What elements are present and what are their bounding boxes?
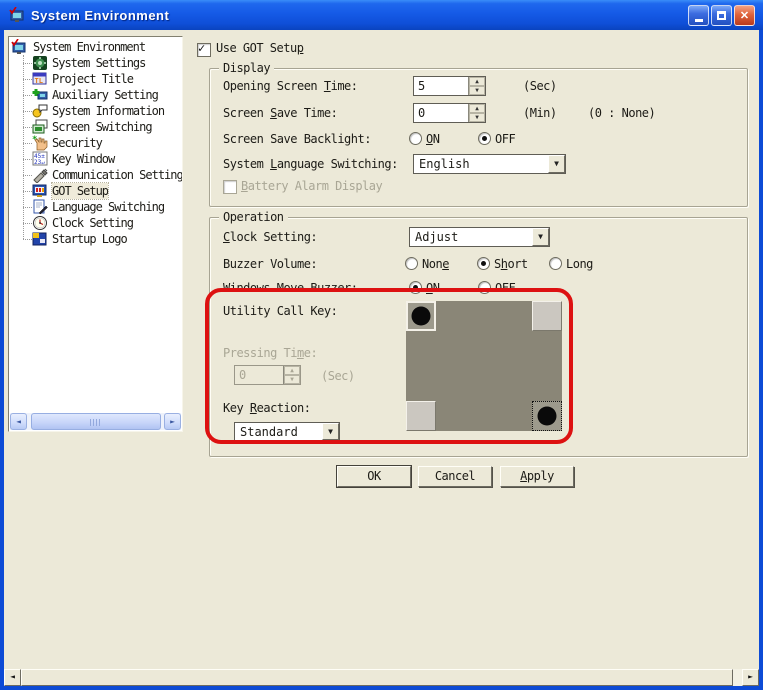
utility-key-preview [406, 301, 562, 431]
security-icon: * [32, 135, 48, 151]
apply-button[interactable]: Apply [500, 466, 574, 487]
battery-alarm-display-label: Battery Alarm Display [241, 179, 382, 193]
spin-down-icon[interactable]: ▼ [469, 113, 485, 122]
operation-group: Operation Clock Setting: Adjust ▼ Buzzer… [209, 217, 748, 457]
key-reaction-dropdown[interactable]: Standard ▼ [234, 422, 340, 441]
backlight-on-radio[interactable] [409, 132, 422, 145]
screen-save-backlight-label: Screen Save Backlight: [223, 132, 371, 146]
backlight-off-label: OFF [495, 132, 515, 146]
windows-move-on-label: ON [426, 281, 439, 295]
utility-key-bottom-right[interactable] [532, 401, 562, 431]
key-window-icon: 45±23↵ [32, 151, 48, 167]
system-environment-icon [11, 39, 27, 55]
pressing-time-label: Pressing Time: [223, 346, 317, 360]
close-button[interactable]: ✕ [734, 5, 755, 26]
screen-switching-icon [32, 119, 48, 135]
clock-setting-label: Clock Setting: [223, 230, 317, 244]
screen-save-time-unit: (Min) [523, 106, 557, 120]
window-title: System Environment [31, 8, 169, 23]
buzzer-long-radio[interactable] [549, 257, 562, 270]
window-horizontal-scrollbar[interactable]: ◄ ► [4, 669, 759, 686]
minimize-icon [695, 19, 703, 22]
communication-setting-icon [32, 167, 48, 183]
buzzer-short-label: Short [494, 257, 528, 271]
spin-up-icon[interactable]: ▲ [469, 77, 485, 86]
spin-down-icon: ▼ [284, 375, 300, 384]
battery-alarm-display-checkbox[interactable] [223, 180, 237, 194]
auxiliary-setting-icon [32, 87, 48, 103]
system-language-switching-label: System Language Switching: [223, 157, 398, 171]
screen-save-time-label: Screen Save Time: [223, 106, 337, 120]
svg-text:TL: TL [35, 77, 43, 85]
windows-move-off-radio[interactable] [478, 281, 491, 294]
use-got-setup-label: Use GOT Setup [216, 41, 303, 55]
scroll-left-icon[interactable]: ◄ [4, 669, 21, 686]
buzzer-none-label: None [422, 257, 449, 271]
app-icon [9, 7, 25, 23]
cancel-button[interactable]: Cancel [418, 466, 492, 487]
got-setup-icon [32, 183, 48, 199]
pressing-time-unit: (Sec) [321, 369, 355, 383]
buzzer-volume-label: Buzzer Volume: [223, 257, 317, 271]
chevron-down-icon[interactable]: ▼ [548, 155, 565, 173]
tree-horizontal-scrollbar[interactable]: ◄ ► [10, 413, 181, 430]
clock-setting-dropdown[interactable]: Adjust ▼ [409, 227, 550, 247]
minimize-button[interactable] [688, 5, 709, 26]
startup-logo-icon [32, 231, 48, 247]
maximize-icon [717, 11, 726, 20]
chevron-down-icon[interactable]: ▼ [532, 228, 549, 246]
system-language-dropdown[interactable]: English ▼ [413, 154, 566, 174]
system-environment-dialog: System Environment ✕ System Environment [0, 0, 763, 690]
windows-move-off-label: OFF [495, 281, 515, 295]
opening-screen-time-label: Opening Screen Time: [223, 79, 358, 93]
utility-key-top-right[interactable] [532, 301, 562, 331]
utility-key-bottom-left[interactable] [406, 401, 436, 431]
spin-up-icon: ▲ [284, 366, 300, 375]
buzzer-none-radio[interactable] [405, 257, 418, 270]
key-reaction-label: Key Reaction: [223, 401, 310, 415]
scroll-right-icon[interactable]: ► [164, 413, 181, 430]
settings-tree: System Environment System Settings TL Pr… [8, 36, 183, 432]
key-dot-icon [412, 307, 431, 326]
spin-down-icon[interactable]: ▼ [469, 86, 485, 95]
language-switching-icon [32, 199, 48, 215]
system-settings-icon [32, 55, 48, 71]
utility-key-top-left[interactable] [406, 301, 436, 331]
close-icon: ✕ [740, 9, 749, 22]
screen-save-time-note: (0 : None) [588, 106, 655, 120]
opening-screen-time-spinner[interactable]: 5 ▲▼ [413, 76, 486, 96]
system-information-icon [32, 103, 48, 119]
screen-save-time-spinner[interactable]: 0 ▲▼ [413, 103, 486, 123]
scroll-left-icon[interactable]: ◄ [10, 413, 27, 430]
svg-text:23↵: 23↵ [34, 159, 45, 166]
key-dot-icon [538, 407, 557, 426]
windows-move-on-radio[interactable] [409, 281, 422, 294]
backlight-on-label: ON [426, 132, 439, 146]
project-title-icon: TL [32, 71, 48, 87]
check-icon: ✓ [198, 41, 205, 55]
operation-group-legend: Operation [219, 210, 288, 224]
scroll-right-icon[interactable]: ► [742, 669, 759, 686]
buzzer-short-radio[interactable] [477, 257, 490, 270]
opening-screen-time-unit: (Sec) [523, 79, 557, 93]
chevron-down-icon[interactable]: ▼ [322, 423, 339, 440]
display-group-legend: Display [219, 61, 274, 75]
backlight-off-radio[interactable] [478, 132, 491, 145]
tree-connector-line [23, 55, 24, 239]
utility-call-key-label: Utility Call Key: [223, 304, 337, 318]
buzzer-long-label: Long [566, 257, 593, 271]
svg-text:*: * [32, 135, 37, 145]
display-group: Display Opening Screen Time: 5 ▲▼ (Sec) … [209, 68, 748, 207]
spin-up-icon[interactable]: ▲ [469, 104, 485, 113]
window-scrollbar-thumb[interactable] [21, 669, 733, 686]
title-bar[interactable]: System Environment ✕ [0, 0, 763, 30]
ok-button[interactable]: OK [337, 466, 411, 487]
maximize-button[interactable] [711, 5, 732, 26]
use-got-setup-checkbox[interactable]: ✓ [197, 43, 211, 57]
tree-scrollbar-thumb[interactable] [31, 413, 161, 430]
pressing-time-spinner: 0 ▲▼ [234, 365, 301, 385]
windows-move-buzzer-label: Windows Move Buzzer: [223, 281, 358, 295]
clock-setting-icon [32, 215, 48, 231]
